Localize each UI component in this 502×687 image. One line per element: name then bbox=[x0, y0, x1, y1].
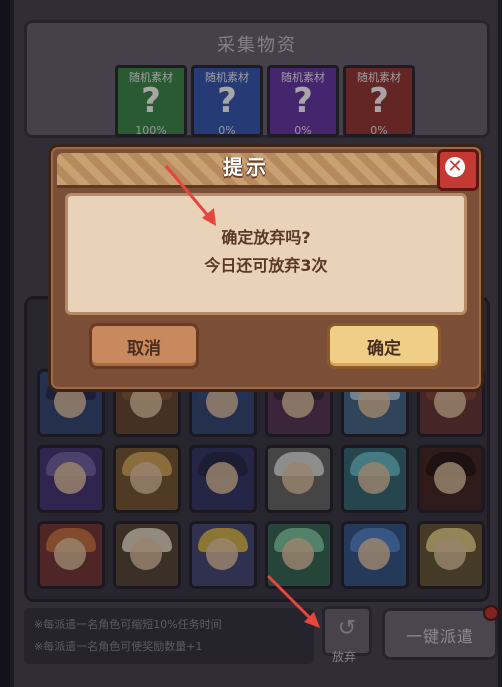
abandon-icon: ↺ bbox=[337, 616, 357, 641]
panel-title: 采集物资 bbox=[217, 35, 297, 56]
annotation-arrow-icon bbox=[164, 165, 216, 226]
notification-dot bbox=[483, 605, 499, 621]
note-line: ※每派遣一名角色可缩短10%任务时间 bbox=[34, 618, 222, 631]
close-icon: ✕ bbox=[445, 157, 465, 177]
material-slot-1[interactable]: 随机素材 ? 100% bbox=[115, 65, 187, 137]
question-mark-icon: ? bbox=[141, 81, 161, 121]
material-slot-2[interactable]: 随机素材 ? 0% bbox=[191, 65, 263, 137]
character-card[interactable] bbox=[113, 445, 181, 513]
annotation-arrow-icon bbox=[266, 574, 320, 628]
material-percent: 0% bbox=[218, 124, 236, 137]
character-card[interactable] bbox=[417, 521, 485, 589]
material-percent: 100% bbox=[135, 124, 167, 137]
dialog-title: 提示 bbox=[223, 155, 269, 179]
dialog-sub-message: 今日还可放弃3次 bbox=[204, 256, 328, 275]
confirm-button[interactable]: 确定 bbox=[327, 323, 441, 369]
character-card[interactable] bbox=[37, 445, 105, 513]
character-card[interactable] bbox=[341, 445, 409, 513]
confirm-dialog: 提示 ✕ 确定放弃吗? 今日还可放弃3次 取消 确定 bbox=[48, 144, 484, 392]
question-mark-icon: ? bbox=[217, 81, 237, 121]
auto-dispatch-button[interactable]: 一键派遣 bbox=[382, 605, 499, 660]
note-line: ※每派遣一名角色可使奖励数量+1 bbox=[34, 640, 203, 653]
material-slot-3[interactable]: 随机素材 ? 0% bbox=[267, 65, 339, 137]
auto-dispatch-label: 一键派遣 bbox=[405, 627, 474, 646]
dialog-body: 确定放弃吗? 今日还可放弃3次 bbox=[65, 193, 467, 315]
character-card[interactable] bbox=[265, 445, 333, 513]
confirm-label: 确定 bbox=[367, 339, 401, 359]
material-percent: 0% bbox=[370, 124, 388, 137]
material-percent: 0% bbox=[294, 124, 312, 137]
question-mark-icon: ? bbox=[293, 81, 313, 121]
cancel-label: 取消 bbox=[127, 339, 161, 359]
material-slot-4[interactable]: 随机素材 ? 0% bbox=[343, 65, 415, 137]
close-button[interactable]: ✕ bbox=[437, 149, 479, 191]
character-card[interactable] bbox=[341, 521, 409, 589]
character-card[interactable] bbox=[189, 521, 257, 589]
cancel-button[interactable]: 取消 bbox=[89, 323, 199, 369]
character-card[interactable] bbox=[113, 521, 181, 589]
character-card[interactable] bbox=[417, 445, 485, 513]
question-mark-icon: ? bbox=[369, 81, 389, 121]
abandon-label: 放弃 bbox=[331, 650, 356, 664]
character-card[interactable] bbox=[189, 445, 257, 513]
collect-materials-panel: 采集物资 随机素材 ? 100% 随机素材 ? 0% 随机素材 ? 0% 随机素… bbox=[24, 20, 490, 138]
dialog-message: 确定放弃吗? bbox=[221, 228, 311, 247]
character-card[interactable] bbox=[37, 521, 105, 589]
